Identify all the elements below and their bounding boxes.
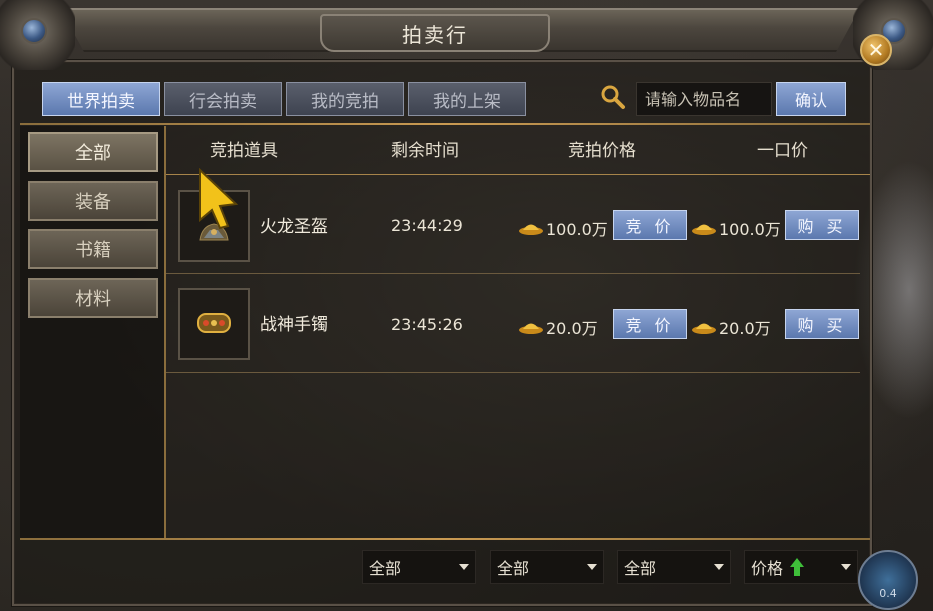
remaining-time: 23:45:26 <box>391 315 463 334</box>
filter-dropdown-3[interactable]: 全部 <box>617 550 731 584</box>
bid-button[interactable]: 竞 价 <box>613 309 687 339</box>
bid-price-value: 100.0万 <box>546 220 608 239</box>
item-name: 火龙圣盔 <box>260 217 328 237</box>
title-plate: 拍卖行 <box>320 14 550 52</box>
buyout-price: 100.0万 <box>691 216 781 240</box>
remaining-time: 23:44:29 <box>391 216 463 235</box>
bid-price: 100.0万 <box>518 216 608 240</box>
category-materials[interactable]: 材料 <box>28 278 158 318</box>
item-name: 战神手镯 <box>260 315 328 335</box>
item-slot[interactable] <box>178 288 250 360</box>
bid-price-value: 20.0万 <box>546 319 598 338</box>
close-button[interactable]: ✕ <box>860 34 892 66</box>
tab-my-listings[interactable]: 我的上架 <box>408 82 526 116</box>
bid-button[interactable]: 竞 价 <box>613 210 687 240</box>
bracelet-icon <box>197 313 231 333</box>
row-divider <box>166 372 860 373</box>
bottom-divider <box>20 538 870 540</box>
category-all[interactable]: 全部 <box>28 132 158 172</box>
filter-value: 全部 <box>369 559 402 578</box>
row-divider <box>166 273 860 274</box>
search-input[interactable] <box>636 82 772 116</box>
gold-ingot-icon <box>519 323 543 334</box>
tab-world-auction[interactable]: 世界拍卖 <box>42 82 160 116</box>
column-header-buyout: 一口价 <box>757 141 808 161</box>
divider <box>20 123 870 125</box>
chevron-down-icon <box>841 564 851 570</box>
category-equipment[interactable]: 装备 <box>28 181 158 221</box>
gold-ingot-icon <box>519 224 543 235</box>
buyout-price-value: 20.0万 <box>719 319 771 338</box>
tab-my-bids[interactable]: 我的竞拍 <box>286 82 404 116</box>
arrow-up-icon <box>790 558 805 576</box>
gold-ingot-icon <box>692 323 716 334</box>
buy-button[interactable]: 购 买 <box>785 309 859 339</box>
chevron-down-icon <box>459 564 469 570</box>
window-title: 拍卖行 <box>402 22 468 47</box>
chevron-down-icon <box>714 564 724 570</box>
frame-corner-left <box>0 0 75 70</box>
gold-ingot-icon <box>692 224 716 235</box>
buyout-price: 20.0万 <box>691 315 771 339</box>
filter-value: 全部 <box>497 559 530 578</box>
bid-price: 20.0万 <box>518 315 598 339</box>
sort-label: 价格 <box>751 559 784 578</box>
column-header-time: 剩余时间 <box>391 141 459 161</box>
column-header-item: 竞拍道具 <box>210 141 278 161</box>
filter-dropdown-2[interactable]: 全部 <box>490 550 604 584</box>
minimap-orb[interactable]: 0.4 <box>858 550 918 610</box>
close-icon: ✕ <box>867 38 885 62</box>
minimap-label: 0.4 <box>879 587 897 600</box>
filter-dropdown-1[interactable]: 全部 <box>362 550 476 584</box>
chevron-down-icon <box>587 564 597 570</box>
filter-value: 全部 <box>624 559 657 578</box>
sort-dropdown[interactable]: 价格 <box>744 550 858 584</box>
cursor-icon <box>199 168 239 230</box>
confirm-button[interactable]: 确认 <box>776 82 846 116</box>
buy-button[interactable]: 购 买 <box>785 210 859 240</box>
tab-guild-auction[interactable]: 行会拍卖 <box>164 82 282 116</box>
search-icon[interactable] <box>600 84 626 110</box>
header-divider <box>166 174 870 175</box>
buyout-price-value: 100.0万 <box>719 220 781 239</box>
category-books[interactable]: 书籍 <box>28 229 158 269</box>
gem-icon <box>21 18 47 44</box>
column-header-bid-price: 竞拍价格 <box>568 141 636 161</box>
